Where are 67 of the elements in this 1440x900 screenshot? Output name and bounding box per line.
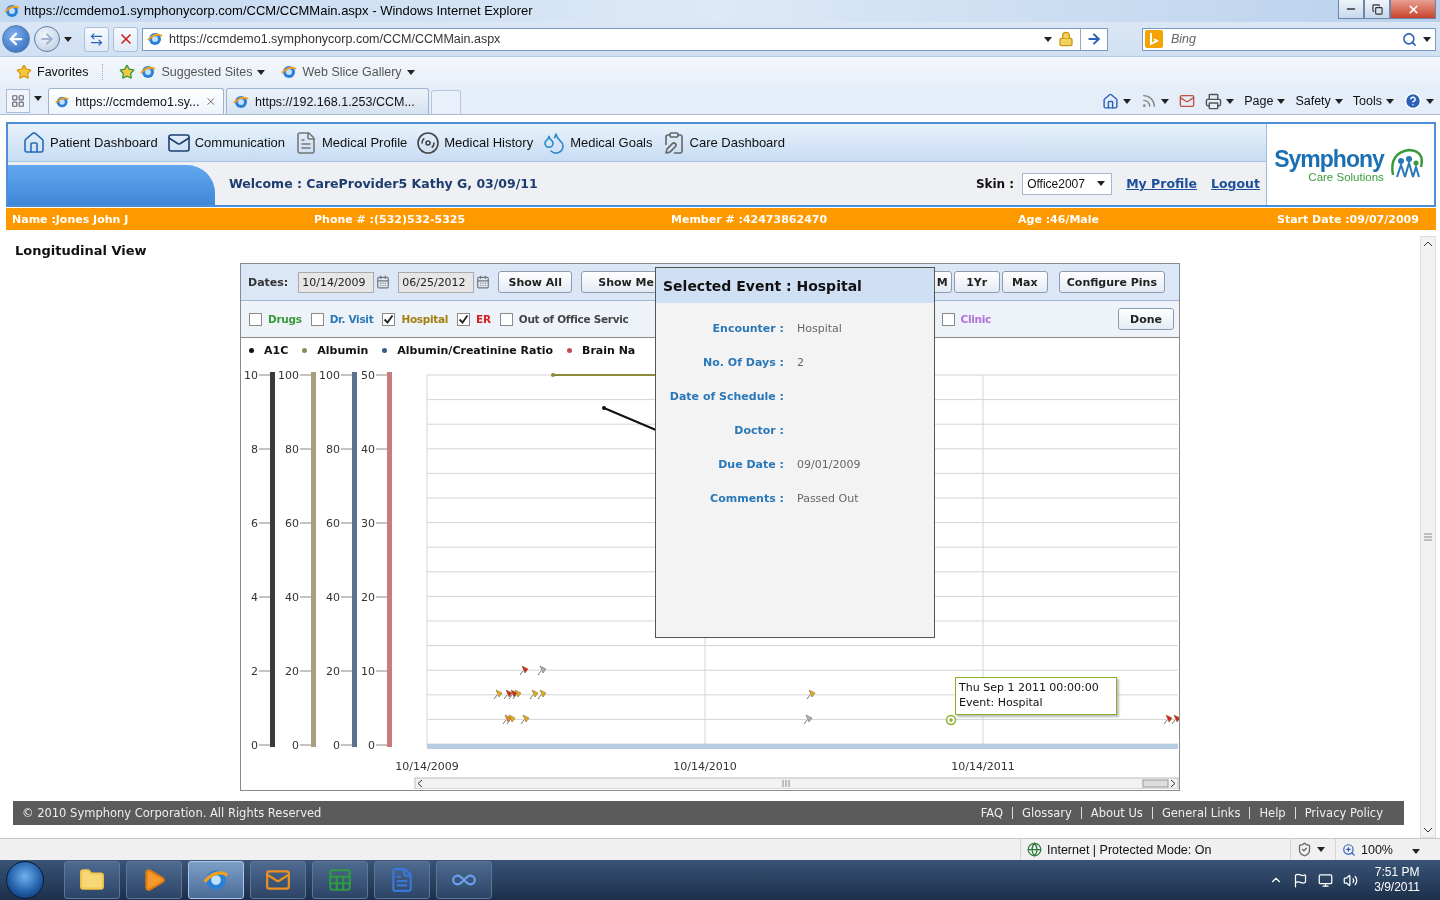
filter-label: Hospital [401,313,449,325]
axis-tick-label: 10 [244,369,258,382]
filter-label: Dr. Visit [329,313,374,325]
patient-info: Start Date :09/07/2009 [1277,212,1420,226]
x-tick-label: 10/14/2009 [395,760,459,773]
axis-tick-label: 2 [251,665,258,678]
axis-tick-label: 30 [361,517,375,530]
field-label: Date of Schedule : [669,389,784,403]
axis-tick-label: 80 [285,443,299,456]
axis-tick-label: 0 [292,739,299,752]
axis-tick-label: 60 [326,517,340,530]
dates-label: Dates: [248,275,289,289]
axis-tick-label: 6 [251,517,258,530]
tooltip-text: Event: Hospital [959,695,1044,710]
axis-tick-label: 10 [361,665,375,678]
filter-label: ER [476,313,491,325]
axis-tick-label: 40 [361,443,375,456]
filter-label: Out of Office Servic [518,313,629,325]
field-label: Encounter : [712,321,784,335]
page-title: Longitudinal View [15,243,148,259]
clock-date: 3/9/2011 [1374,880,1420,895]
field-label: Doctor : [734,423,784,437]
tooltip-text: Thu Sep 1 2011 00:00:00 [959,680,1100,695]
field-value: Hospital [796,321,843,335]
axis-tick-label: 0 [368,739,375,752]
axis-tick-label: 100 [278,369,299,382]
field-label: Comments : [710,491,784,505]
patient-info: Name :Jones John J [12,212,130,226]
welcome-text: Welcome : CareProvider5 Kathy G, 03/09/11 [229,176,538,191]
filter-label: Drugs [268,313,302,325]
window-title: https://ccmdemo1.symphonycorp.com/CCM/CCMMain.aspx - Windows Internet Explorer [24,3,533,18]
axis-tick-label: 20 [361,591,375,604]
axis-tick-label: 40 [285,591,299,604]
field-value: 09/01/2009 [796,457,862,471]
legend-label: Brain Na [582,343,636,357]
field-value: Passed Out [796,491,860,505]
axis-tick-label: 4 [251,591,258,604]
patient-info: Member # :42473862470 [671,212,829,226]
clock-time: 7:51 PM [1374,865,1420,880]
axis-tick-label: 40 [326,591,340,604]
field-label: No. Of Days : [703,355,784,369]
axis-tick-label: 80 [326,443,340,456]
legend-label: Albumin [317,343,369,357]
logo-name: Symphony [1274,146,1384,171]
legend-label: A1C [264,343,289,357]
x-tick-label: 10/14/2011 [951,760,1015,773]
url-text: https://ccmdemo1.symphonycorp.com/CCM/CCMMain.aspx [169,32,502,46]
copyright-text: © 2010 Symphony Corporation. All Rights Reserved [22,806,322,820]
patient-info: Phone # :(532)532-5325 [314,212,467,226]
security-zone-text: Internet | Protected Mode: On [1047,842,1212,857]
field-label: Due Date : [718,457,784,471]
legend-label: Albumin/Creatinine Ratio [397,343,553,357]
axis-tick-label: 20 [326,665,340,678]
skin-label: Skin : [975,176,1015,191]
patient-info: Age :46/Male [1018,212,1100,226]
axis-tick-label: 60 [285,517,299,530]
axis-tick-label: 20 [285,665,299,678]
filter-label: Clinic [960,313,991,325]
axis-tick-label: 8 [251,443,258,456]
axis-tick-label: 100 [319,369,340,382]
popup-title: Selected Event : Hospital [656,268,934,303]
field-value: 2 [796,355,805,369]
logo-tagline: Care Solutions [1308,170,1384,183]
x-tick-label: 10/14/2010 [673,760,737,773]
axis-tick-label: 0 [333,739,340,752]
axis-tick-label: 50 [361,369,375,382]
axis-tick-label: 0 [251,739,258,752]
